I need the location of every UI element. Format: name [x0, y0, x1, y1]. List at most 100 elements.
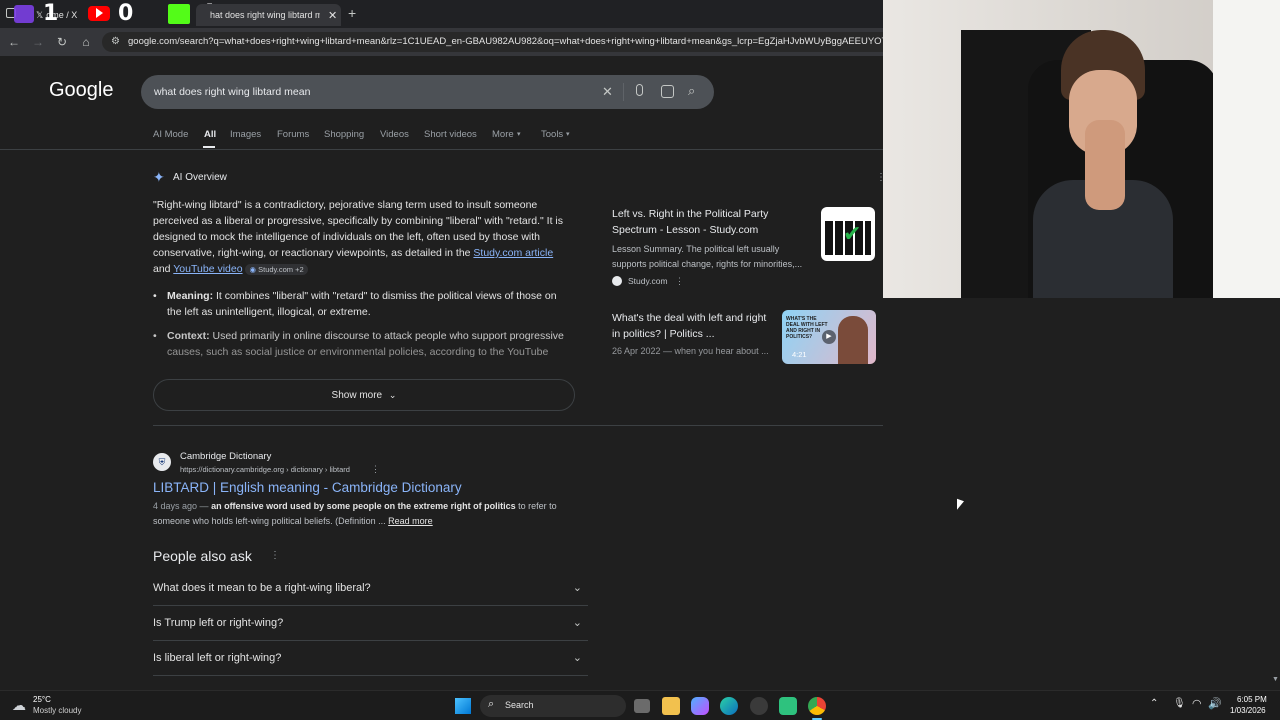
forward-icon[interactable]: →: [30, 34, 46, 50]
window-image: [1213, 0, 1280, 298]
tab-tools[interactable]: Tools: [541, 129, 563, 140]
tab-videos[interactable]: Videos: [380, 129, 409, 140]
divider: [0, 149, 883, 150]
paa-question-text: Is Trump left or right-wing?: [153, 617, 284, 629]
mic-icon[interactable]: 🎙: [1173, 698, 1186, 709]
tab-ai-mode[interactable]: AI Mode: [153, 129, 188, 140]
chrome-icon[interactable]: [808, 697, 826, 715]
tab-active[interactable]: hat does right wing libtard m ✕: [196, 4, 341, 26]
tab-active-label: hat does right wing libtard m: [210, 10, 320, 20]
more-options-icon[interactable]: ⋮: [371, 464, 380, 475]
mic-icon[interactable]: [636, 84, 643, 96]
search-page: Google what does right wing libtard mean…: [0, 56, 886, 690]
play-icon: ▶: [822, 330, 836, 344]
mouse-cursor-icon: [957, 498, 964, 513]
video-thumbnail[interactable]: WHAT'S THE DEAL WITH LEFT AND RIGHT IN P…: [782, 310, 876, 364]
reload-icon[interactable]: ↻: [54, 34, 70, 50]
bullet-label: Meaning:: [167, 290, 214, 302]
lens-icon[interactable]: [661, 85, 674, 98]
show-more-button[interactable]: Show more ⌄: [153, 379, 575, 411]
edge-icon[interactable]: [720, 697, 738, 715]
weather-temp[interactable]: 25°C: [33, 695, 51, 704]
search-input[interactable]: what does right wing libtard mean: [154, 86, 310, 98]
study-com-icon: [612, 276, 622, 286]
paa-question[interactable]: Is Trump left or right-wing? ⌄: [153, 606, 588, 641]
taskbar-search[interactable]: ⌕ Search: [480, 695, 626, 717]
result-snippet-b: someone who holds left-wing political be…: [153, 516, 386, 526]
divider: [153, 425, 886, 426]
bullet-meaning: • Meaning: It combines "liberal" with "r…: [153, 288, 583, 320]
paa-question-text: What does it mean to be a right-wing lib…: [153, 582, 371, 594]
youtube-link[interactable]: YouTube video: [173, 263, 242, 275]
weather-desc[interactable]: Mostly cloudy: [33, 706, 81, 715]
back-icon[interactable]: ←: [6, 34, 22, 50]
more-options-icon[interactable]: ⋮: [675, 276, 684, 287]
cambridge-favicon: ⛨: [153, 453, 171, 471]
home-icon[interactable]: ⌂: [78, 34, 94, 50]
tab-short-videos[interactable]: Short videos: [424, 129, 477, 140]
tab-strip: 𝕏 ome / X 1 0 4 hat does right wing libt…: [0, 0, 883, 28]
paa-question-text: Is liberal left or right-wing?: [153, 652, 282, 664]
clear-icon[interactable]: ✕: [602, 84, 613, 100]
side-result-title[interactable]: Left vs. Right in the Political Party Sp…: [612, 206, 812, 238]
ai-line: designed to mock the intelligence of ind…: [153, 231, 540, 243]
taskbar: ☁ 25°C Mostly cloudy ⌕ Search ⌃ 🎙 ◠ 🔊 6:…: [0, 690, 1280, 720]
bullet-text: It combines "liberal" with "retard" to d…: [216, 290, 557, 302]
side-result-thumbnail[interactable]: ✔: [821, 207, 875, 261]
search-icon[interactable]: ⌕: [688, 83, 695, 99]
chevron-up-icon[interactable]: ⌃: [1150, 698, 1158, 709]
bullet-dot: •: [153, 330, 157, 342]
result-title[interactable]: LIBTARD | English meaning - Cambridge Di…: [153, 480, 462, 495]
file-explorer-icon[interactable]: [662, 697, 680, 715]
ai-overview-text: "Right-wing libtard" is a contradictory,…: [153, 197, 583, 278]
result-date: 4 days ago —: [153, 501, 209, 511]
chevron-down-icon: ⌄: [572, 617, 582, 629]
clock-time[interactable]: 6:05 PM: [1237, 695, 1267, 704]
tab-close-icon[interactable]: ✕: [328, 9, 337, 22]
new-tab-button[interactable]: +: [348, 5, 356, 21]
source-chip[interactable]: ◉ Study.com +2: [245, 264, 308, 275]
ai-line: "Right-wing libtard" is a contradictory,…: [153, 199, 538, 211]
scrollbar-arrow-icon[interactable]: ▼: [1272, 676, 1279, 683]
taskbar-search-label: Search: [505, 700, 534, 710]
read-more-link[interactable]: Read more: [388, 516, 433, 526]
chevron-down-icon: ⌄: [572, 582, 582, 594]
person-image: [838, 316, 868, 364]
windows-start-icon[interactable]: [455, 698, 471, 714]
side-result-source: Study.com: [628, 276, 668, 286]
result-site-name[interactable]: Cambridge Dictionary: [180, 451, 271, 462]
task-view-icon[interactable]: [634, 699, 650, 713]
search-icon: ⌕: [488, 698, 495, 710]
paa-question[interactable]: Is liberal left or right-wing? ⌄: [153, 641, 588, 676]
more-options-icon[interactable]: ⋮: [270, 550, 280, 561]
and-text: and: [153, 263, 171, 275]
wifi-icon[interactable]: ◠: [1192, 697, 1202, 710]
tab-more[interactable]: More: [492, 129, 514, 140]
study-link[interactable]: Study.com article: [473, 247, 553, 259]
paa-question[interactable]: What does it mean to be a right-wing lib…: [153, 571, 588, 606]
search-box[interactable]: what does right wing libtard mean ✕ ⌕: [141, 75, 714, 109]
tab-images[interactable]: Images: [230, 129, 261, 140]
tab-forums[interactable]: Forums: [277, 129, 309, 140]
side-result-snippet: Lesson Summary. The political left usual…: [612, 244, 803, 269]
weather-icon[interactable]: ☁: [12, 697, 26, 714]
result-snippet: 4 days ago — an offensive word used by s…: [153, 499, 583, 529]
side-result-card[interactable]: Left vs. Right in the Political Party Sp…: [601, 196, 883, 296]
tab-shopping[interactable]: Shopping: [324, 129, 364, 140]
side-result-title[interactable]: What's the deal with left and right in p…: [612, 310, 777, 342]
clock-date[interactable]: 1/03/2026: [1230, 706, 1266, 715]
result-url[interactable]: https://dictionary.cambridge.org › dicti…: [180, 465, 350, 474]
side-result-card[interactable]: What's the deal with left and right in p…: [601, 303, 883, 373]
obs-icon[interactable]: [750, 697, 768, 715]
overlay-number: 0: [118, 1, 134, 26]
study-com-icon: ◉: [249, 265, 257, 274]
site-info-icon[interactable]: ⚙: [111, 32, 120, 52]
caret-down-icon: ▾: [566, 131, 570, 138]
app-icon[interactable]: [779, 697, 797, 715]
google-logo[interactable]: Google: [49, 79, 114, 102]
volume-icon[interactable]: 🔊: [1208, 697, 1222, 710]
address-bar[interactable]: ⚙ google.com/search?q=what+does+right+wi…: [102, 32, 883, 52]
tab-all[interactable]: All: [204, 129, 216, 140]
paa-title: People also ask: [153, 548, 252, 564]
copilot-icon[interactable]: [691, 697, 709, 715]
